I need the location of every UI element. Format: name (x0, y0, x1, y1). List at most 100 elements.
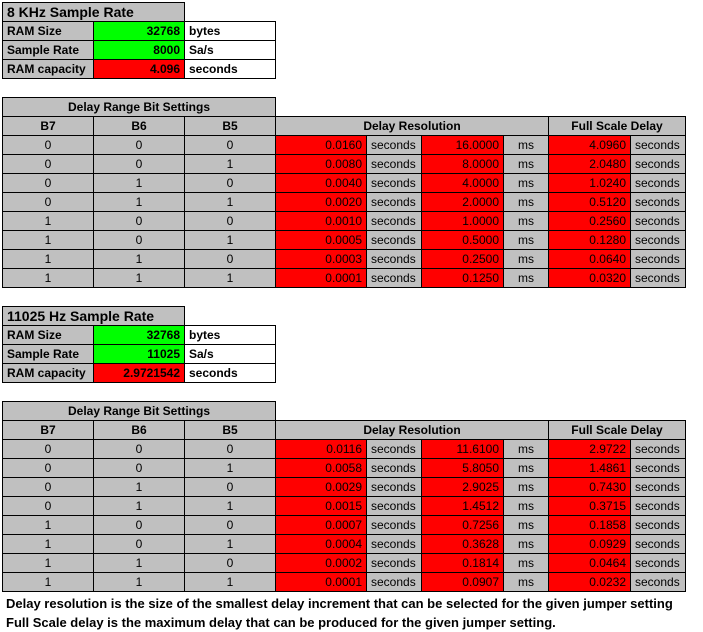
full-scale-delay-value: 0.3715 (549, 497, 631, 516)
full-scale-delay-value: 0.0464 (549, 554, 631, 573)
b6-value: 1 (94, 193, 185, 212)
b6-header: B6 (94, 117, 185, 136)
b6-value: 1 (94, 554, 185, 573)
full-scale-delay-value: 0.7430 (549, 478, 631, 497)
b6-value: 0 (94, 155, 185, 174)
b5-value: 0 (185, 174, 276, 193)
bytes-unit: bytes (185, 22, 276, 41)
b6-header: B6 (94, 421, 185, 440)
delay-res-seconds-value: 0.0116 (276, 440, 367, 459)
section-title: 8 KHz Sample Rate (3, 3, 185, 22)
ram-size-label: RAM Size (3, 326, 94, 345)
full-scale-delay-header: Full Scale Delay (549, 117, 686, 136)
delay-res-ms-value: 0.1814 (422, 554, 504, 573)
seconds-unit: seconds (367, 231, 422, 250)
b6-value: 0 (94, 212, 185, 231)
delay-res-ms-value: 11.6100 (422, 440, 504, 459)
seconds-unit: seconds (367, 478, 422, 497)
sample-rate-label: Sample Rate (3, 41, 94, 60)
seconds-unit: seconds (367, 535, 422, 554)
delay-res-seconds-value: 0.0080 (276, 155, 367, 174)
delay-range-bit-settings-header: Delay Range Bit Settings (3, 98, 276, 117)
b5-header: B5 (185, 421, 276, 440)
b5-value: 0 (185, 136, 276, 155)
b7-value: 0 (3, 459, 94, 478)
b7-value: 1 (3, 516, 94, 535)
delay-res-ms-value: 0.0907 (422, 573, 504, 592)
delay-res-ms-value: 2.0000 (422, 193, 504, 212)
b5-value: 1 (185, 535, 276, 554)
seconds-unit: seconds (367, 497, 422, 516)
ms-unit: ms (504, 459, 549, 478)
b5-value: 0 (185, 250, 276, 269)
full-scale-delay-value: 0.0320 (549, 269, 631, 288)
b7-value: 0 (3, 193, 94, 212)
delay-table-section: 11025 Hz Sample Rate RAM Size 32768 byte… (2, 288, 686, 592)
seconds-unit: seconds (631, 212, 686, 231)
b5-value: 1 (185, 269, 276, 288)
delay-res-seconds-value: 0.0020 (276, 193, 367, 212)
delay-res-seconds-value: 0.0029 (276, 478, 367, 497)
full-scale-delay-value: 0.2560 (549, 212, 631, 231)
seconds-unit: seconds (367, 440, 422, 459)
b6-value: 0 (94, 459, 185, 478)
ms-unit: ms (504, 535, 549, 554)
delay-res-ms-value: 2.9025 (422, 478, 504, 497)
seconds-unit: seconds (631, 250, 686, 269)
ms-unit: ms (504, 155, 549, 174)
seconds-unit: seconds (367, 174, 422, 193)
full-scale-delay-value: 1.4861 (549, 459, 631, 478)
delay-res-ms-value: 0.7256 (422, 516, 504, 535)
b6-value: 0 (94, 516, 185, 535)
delay-res-seconds-value: 0.0058 (276, 459, 367, 478)
sample-rate-value: 8000 (94, 41, 185, 60)
delay-table-section: 8 KHz Sample Rate RAM Size 32768 bytes S… (2, 2, 686, 288)
full-scale-delay-value: 4.0960 (549, 136, 631, 155)
delay-res-ms-value: 0.2500 (422, 250, 504, 269)
full-scale-delay-value: 0.0640 (549, 250, 631, 269)
b6-value: 1 (94, 250, 185, 269)
b7-value: 0 (3, 440, 94, 459)
ms-unit: ms (504, 231, 549, 250)
ram-size-value: 32768 (94, 326, 185, 345)
full-scale-delay-value: 0.1858 (549, 516, 631, 535)
seconds-unit: seconds (631, 269, 686, 288)
ms-unit: ms (504, 554, 549, 573)
sample-rate-value: 11025 (94, 345, 185, 364)
seconds-unit: seconds (367, 554, 422, 573)
b7-value: 0 (3, 174, 94, 193)
delay-res-ms-value: 4.0000 (422, 174, 504, 193)
seconds-unit: seconds (631, 231, 686, 250)
delay-res-seconds-value: 0.0015 (276, 497, 367, 516)
delay-range-bit-settings-header: Delay Range Bit Settings (3, 402, 276, 421)
b6-value: 1 (94, 478, 185, 497)
seconds-unit: seconds (631, 554, 686, 573)
delay-res-ms-value: 1.0000 (422, 212, 504, 231)
delay-res-ms-value: 0.3628 (422, 535, 504, 554)
b7-value: 1 (3, 212, 94, 231)
ram-capacity-value: 4.096 (94, 60, 185, 79)
delay-res-ms-value: 0.1250 (422, 269, 504, 288)
full-scale-delay-value: 0.0929 (549, 535, 631, 554)
footer-line-1: Delay resolution is the size of the smal… (2, 592, 701, 611)
seconds-unit: seconds (631, 478, 686, 497)
delay-res-ms-value: 1.4512 (422, 497, 504, 516)
ms-unit: ms (504, 193, 549, 212)
ram-size-value: 32768 (94, 22, 185, 41)
seconds-unit: seconds (631, 573, 686, 592)
delay-res-ms-value: 0.5000 (422, 231, 504, 250)
b7-value: 0 (3, 497, 94, 516)
delay-res-seconds-value: 0.0005 (276, 231, 367, 250)
b7-header: B7 (3, 421, 94, 440)
b7-value: 1 (3, 231, 94, 250)
b7-value: 1 (3, 573, 94, 592)
b6-value: 0 (94, 136, 185, 155)
ms-unit: ms (504, 478, 549, 497)
ms-unit: ms (504, 497, 549, 516)
b7-value: 1 (3, 269, 94, 288)
b5-value: 0 (185, 440, 276, 459)
b5-value: 1 (185, 231, 276, 250)
b6-value: 1 (94, 497, 185, 516)
ram-capacity-label: RAM capacity (3, 364, 94, 383)
footer-line-2: Full Scale delay is the maximum delay th… (2, 611, 701, 630)
